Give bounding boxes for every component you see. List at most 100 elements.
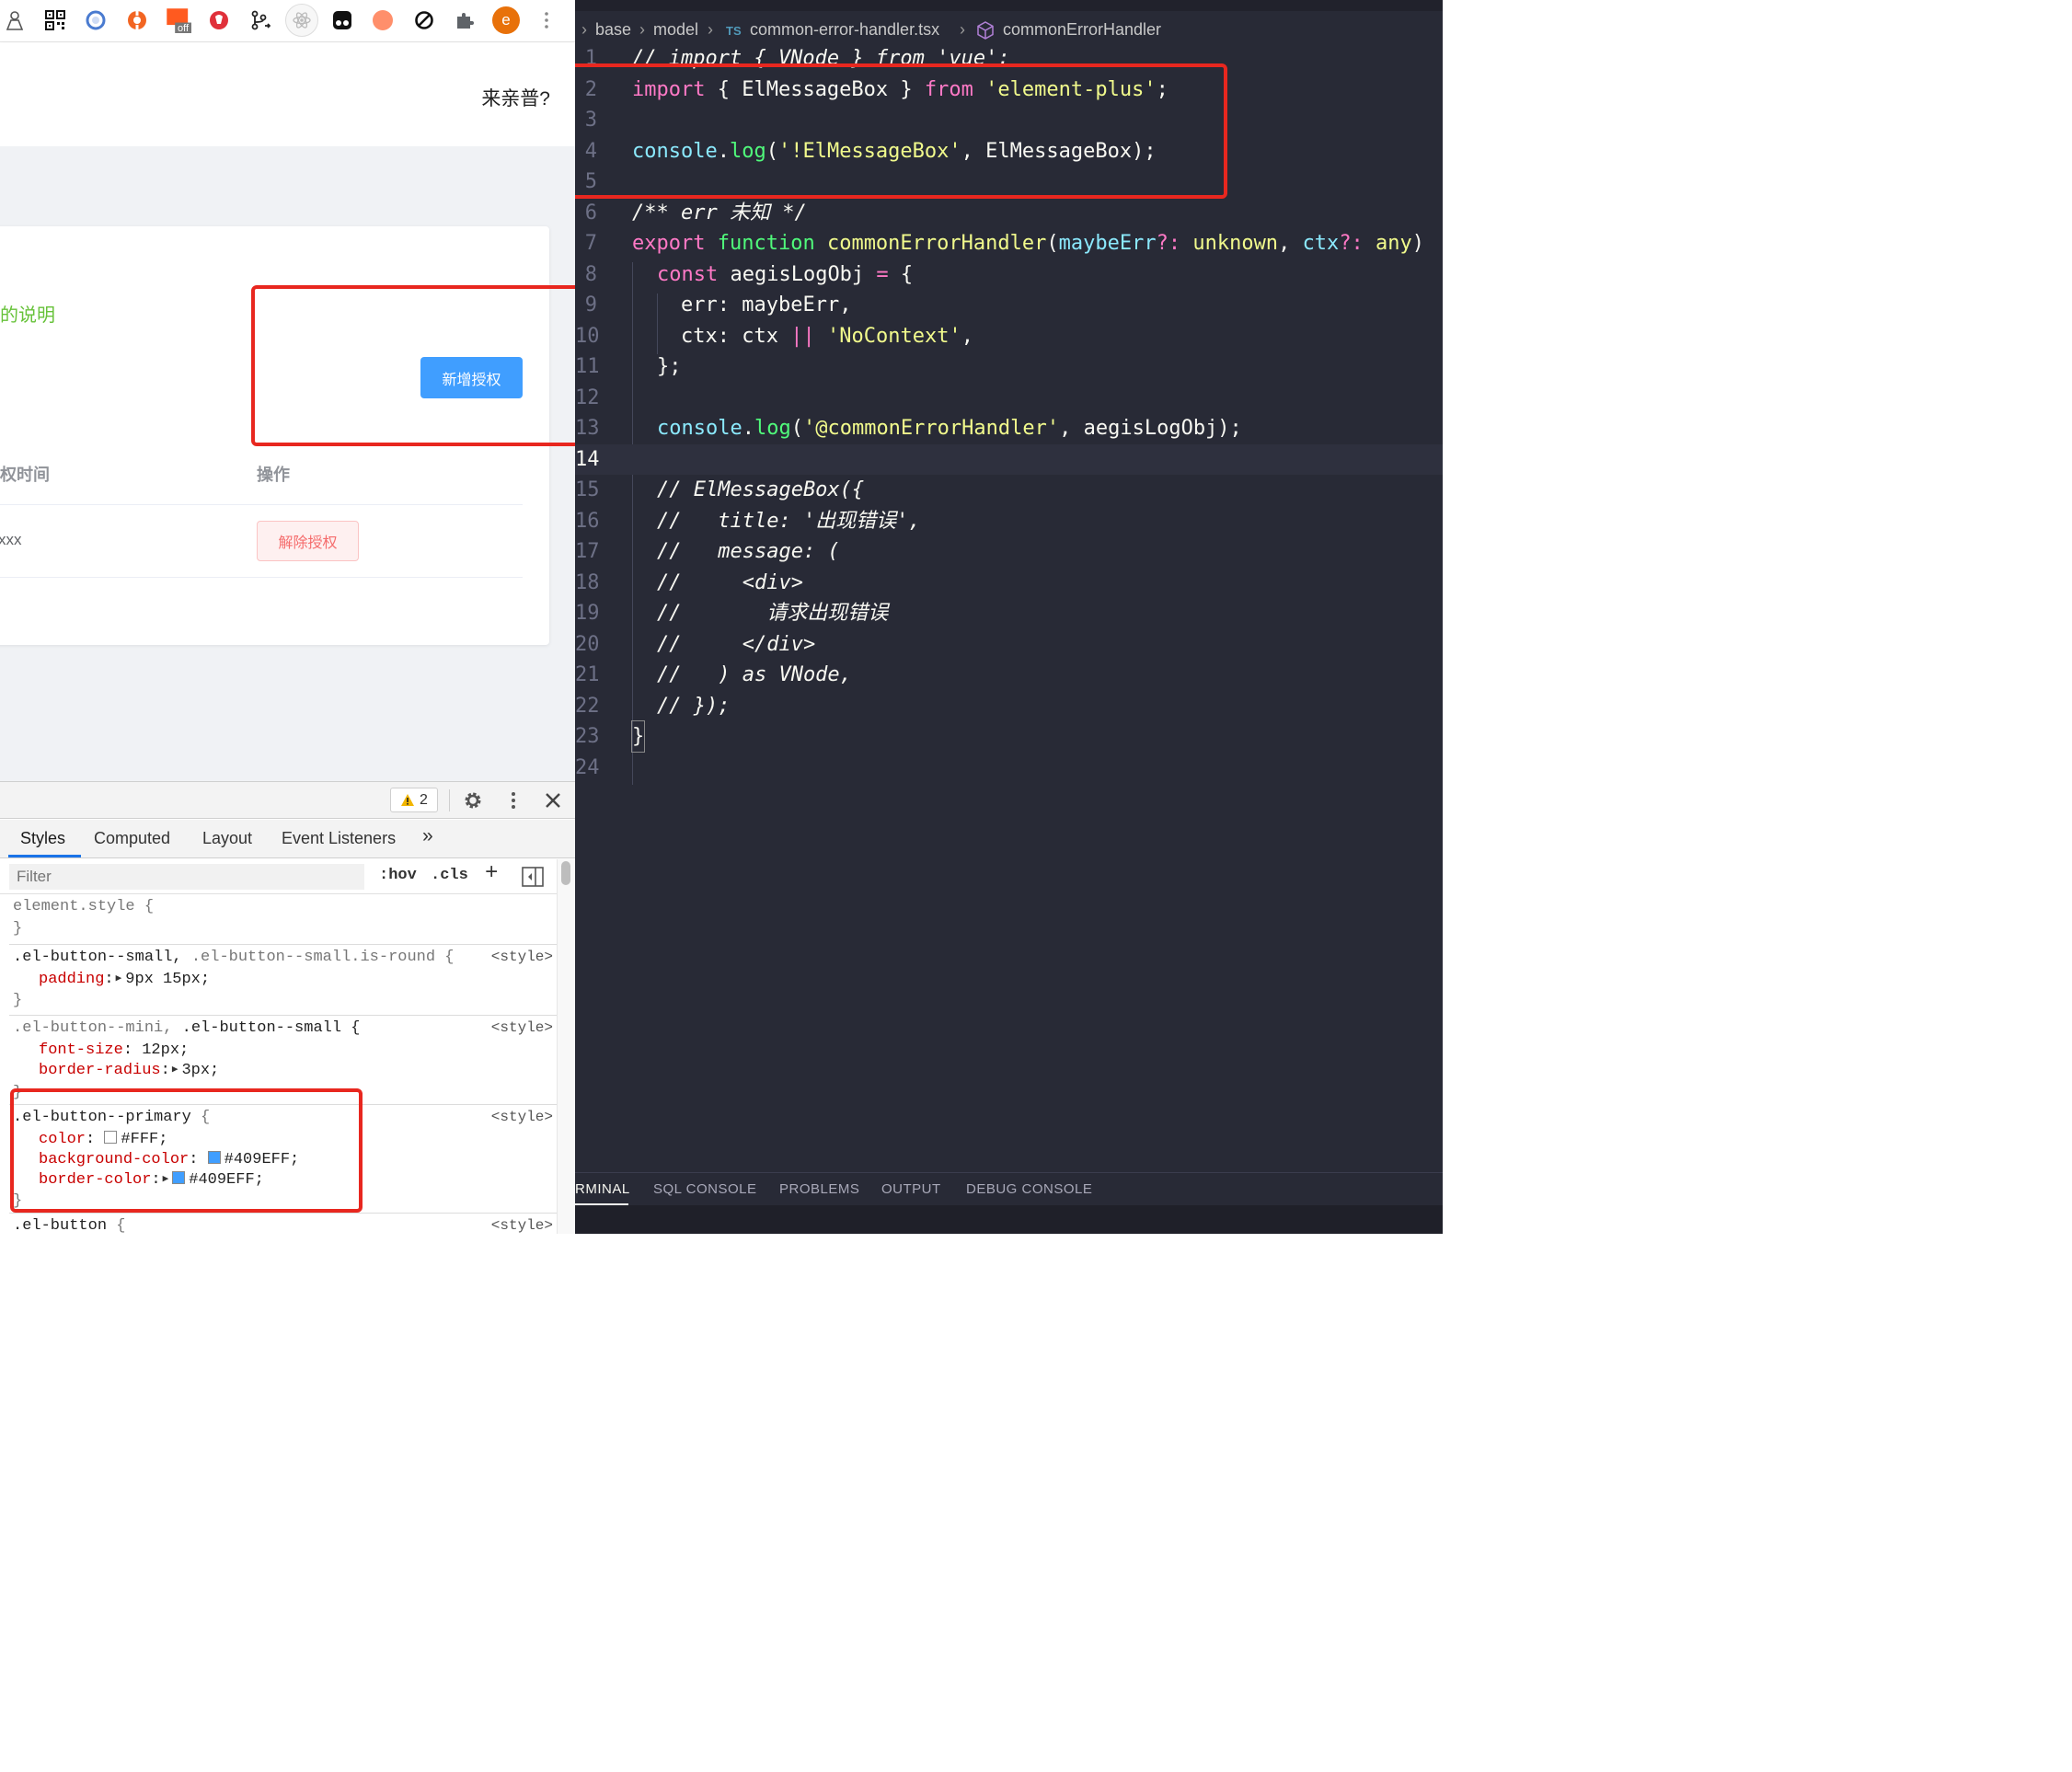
css-value[interactable]: 3px; bbox=[181, 1062, 219, 1079]
code-line[interactable]: 21 // ) as VNode, bbox=[575, 660, 1443, 690]
scrollbar-thumb[interactable] bbox=[561, 861, 570, 885]
code-line[interactable]: 19 // 请求出现错误 bbox=[575, 598, 1443, 628]
orange-circle-icon[interactable] bbox=[368, 6, 397, 35]
code-line[interactable]: 4 console.log('!ElMessageBox', ElMessageB… bbox=[575, 136, 1443, 167]
line-content: console.log('@commonErrorHandler', aegis… bbox=[657, 417, 1242, 440]
tab-styles[interactable]: Styles bbox=[20, 829, 65, 848]
revoke-authorization-button[interactable]: 解除授权 bbox=[257, 521, 359, 561]
close-icon[interactable] bbox=[541, 788, 565, 812]
style-rule-button-small[interactable]: .el-button--small, .el-button--small.is-… bbox=[9, 945, 557, 1016]
code-line[interactable]: 15 // ElMessageBox({ bbox=[575, 475, 1443, 505]
color-swatch[interactable] bbox=[207, 1151, 221, 1164]
code-line[interactable]: 22 // }); bbox=[575, 691, 1443, 721]
line-number: 1 bbox=[584, 47, 597, 70]
code-line[interactable]: 23} bbox=[575, 720, 1443, 753]
rule-source-link[interactable]: <style> bbox=[491, 1217, 553, 1234]
expand-triangle-icon[interactable]: ▶ bbox=[116, 972, 122, 984]
tab-problems[interactable]: PROBLEMS bbox=[779, 1181, 859, 1197]
git-branch-icon[interactable] bbox=[246, 6, 275, 35]
hover-state-toggle[interactable]: :hov bbox=[379, 867, 417, 884]
css-value[interactable]: #409EFF; bbox=[224, 1151, 300, 1168]
more-options-icon[interactable] bbox=[501, 788, 525, 812]
css-value[interactable]: 9px 15px; bbox=[125, 971, 210, 988]
code-line[interactable]: 3 bbox=[575, 105, 1443, 135]
toggle-sidebar-icon[interactable] bbox=[522, 867, 544, 887]
css-property[interactable]: border-radius bbox=[39, 1062, 161, 1079]
css-value[interactable]: 12px; bbox=[142, 1041, 189, 1059]
css-off-icon[interactable]: off bbox=[164, 6, 193, 35]
lifebuoy-icon[interactable] bbox=[122, 6, 152, 35]
color-swatch[interactable] bbox=[104, 1131, 118, 1144]
gear-icon[interactable] bbox=[461, 788, 485, 812]
ring-icon[interactable] bbox=[81, 6, 110, 35]
tampermonkey-icon[interactable] bbox=[328, 6, 357, 35]
code-line[interactable]: 7 export function commonErrorHandler(mayb… bbox=[575, 228, 1443, 259]
react-devtools-icon[interactable] bbox=[285, 4, 318, 37]
styles-filter-input[interactable] bbox=[9, 864, 364, 890]
css-property[interactable]: font-size bbox=[39, 1041, 123, 1059]
css-property[interactable]: background-color bbox=[39, 1151, 189, 1168]
code-line[interactable]: 1 // import { VNode } from 'vue'; bbox=[575, 43, 1443, 74]
code-line[interactable]: 17 // message: ( bbox=[575, 536, 1443, 567]
line-number: 23 bbox=[575, 725, 600, 748]
tab-computed[interactable]: Computed bbox=[94, 829, 170, 848]
css-value[interactable]: #FFF; bbox=[121, 1131, 167, 1148]
style-rule-element[interactable]: element.style { } bbox=[9, 894, 557, 945]
code-line[interactable]: 5 bbox=[575, 167, 1443, 197]
breadcrumb-symbol[interactable]: commonErrorHandler bbox=[1003, 20, 1161, 40]
breadcrumb-file[interactable]: common-error-handler.tsx bbox=[750, 20, 939, 40]
code-line[interactable]: 8 const aegisLogObj = { bbox=[575, 259, 1443, 290]
style-rule-button-mini[interactable]: .el-button--mini, .el-button--small { <s… bbox=[9, 1016, 557, 1105]
qr-code-icon[interactable] bbox=[40, 6, 70, 35]
code-line[interactable]: 10 ctx: ctx || 'NoContext', bbox=[575, 321, 1443, 351]
new-style-rule-button[interactable]: + bbox=[485, 861, 498, 886]
css-property[interactable]: color bbox=[39, 1131, 86, 1148]
expand-triangle-icon[interactable]: ▶ bbox=[172, 1063, 178, 1076]
tab-output[interactable]: OUTPUT bbox=[881, 1181, 941, 1197]
tab-sql-console[interactable]: SQL CONSOLE bbox=[653, 1181, 756, 1197]
line-number: 9 bbox=[584, 293, 597, 316]
warnings-badge[interactable]: 2 bbox=[390, 788, 438, 812]
code-line[interactable]: 16 // title: '出现错误', bbox=[575, 506, 1443, 536]
rule-source-link[interactable]: <style> bbox=[491, 949, 553, 965]
styles-scrollbar[interactable] bbox=[557, 859, 575, 1234]
browser-menu-icon[interactable] bbox=[532, 6, 561, 35]
tab-terminal[interactable]: RMINAL bbox=[575, 1181, 630, 1197]
color-swatch[interactable] bbox=[172, 1171, 186, 1184]
code-line[interactable]: 2 import { ElMessageBox } from 'element-p… bbox=[575, 75, 1443, 105]
code-line[interactable]: 13 console.log('@commonErrorHandler', aeg… bbox=[575, 413, 1443, 443]
block-icon[interactable] bbox=[409, 6, 439, 35]
add-authorization-button[interactable]: 新增授权 bbox=[420, 357, 523, 398]
terminal-area[interactable] bbox=[575, 1205, 1443, 1234]
expand-triangle-icon[interactable]: ▶ bbox=[163, 1172, 169, 1185]
css-property[interactable]: border-color bbox=[39, 1171, 151, 1189]
row-time-cell: xxx bbox=[0, 531, 22, 548]
profile-avatar[interactable]: e bbox=[491, 6, 521, 35]
more-tabs-icon[interactable]: » bbox=[422, 825, 433, 847]
class-toggle[interactable]: .cls bbox=[431, 867, 468, 884]
rule-source-link[interactable]: <style> bbox=[491, 1019, 553, 1036]
style-rule-button[interactable]: .el-button { <style> bbox=[9, 1214, 557, 1234]
line-number: 16 bbox=[575, 510, 600, 533]
css-property[interactable]: padding bbox=[39, 971, 104, 988]
css-value[interactable]: #409EFF; bbox=[189, 1171, 264, 1189]
style-rule-button-primary[interactable]: .el-button--primary { <style> color: #FF… bbox=[9, 1105, 557, 1214]
tab-event-listeners[interactable]: Event Listeners bbox=[282, 829, 396, 848]
code-line[interactable]: 6 /** err 未知 */ bbox=[575, 198, 1443, 228]
code-line-current[interactable]: 14 bbox=[575, 444, 1443, 475]
tab-debug-console[interactable]: DEBUG CONSOLE bbox=[966, 1181, 1092, 1197]
puzzle-icon[interactable] bbox=[450, 6, 479, 35]
code-line[interactable]: 24 bbox=[575, 753, 1443, 783]
code-line[interactable]: 12 bbox=[575, 383, 1443, 413]
line-content: // ) as VNode, bbox=[657, 663, 852, 686]
breadcrumb-model[interactable]: model bbox=[653, 20, 698, 40]
rule-source-link[interactable]: <style> bbox=[491, 1109, 553, 1125]
code-line[interactable]: 20 // </div> bbox=[575, 629, 1443, 660]
tab-layout[interactable]: Layout bbox=[202, 829, 252, 848]
code-line[interactable]: 9 err: maybeErr, bbox=[575, 290, 1443, 320]
code-line[interactable]: 18 // <div> bbox=[575, 568, 1443, 598]
breadcrumb-base[interactable]: base bbox=[595, 20, 631, 40]
record-icon[interactable] bbox=[204, 6, 234, 35]
code-line[interactable]: 11}; bbox=[575, 351, 1443, 382]
ext-user-icon[interactable] bbox=[0, 6, 29, 35]
